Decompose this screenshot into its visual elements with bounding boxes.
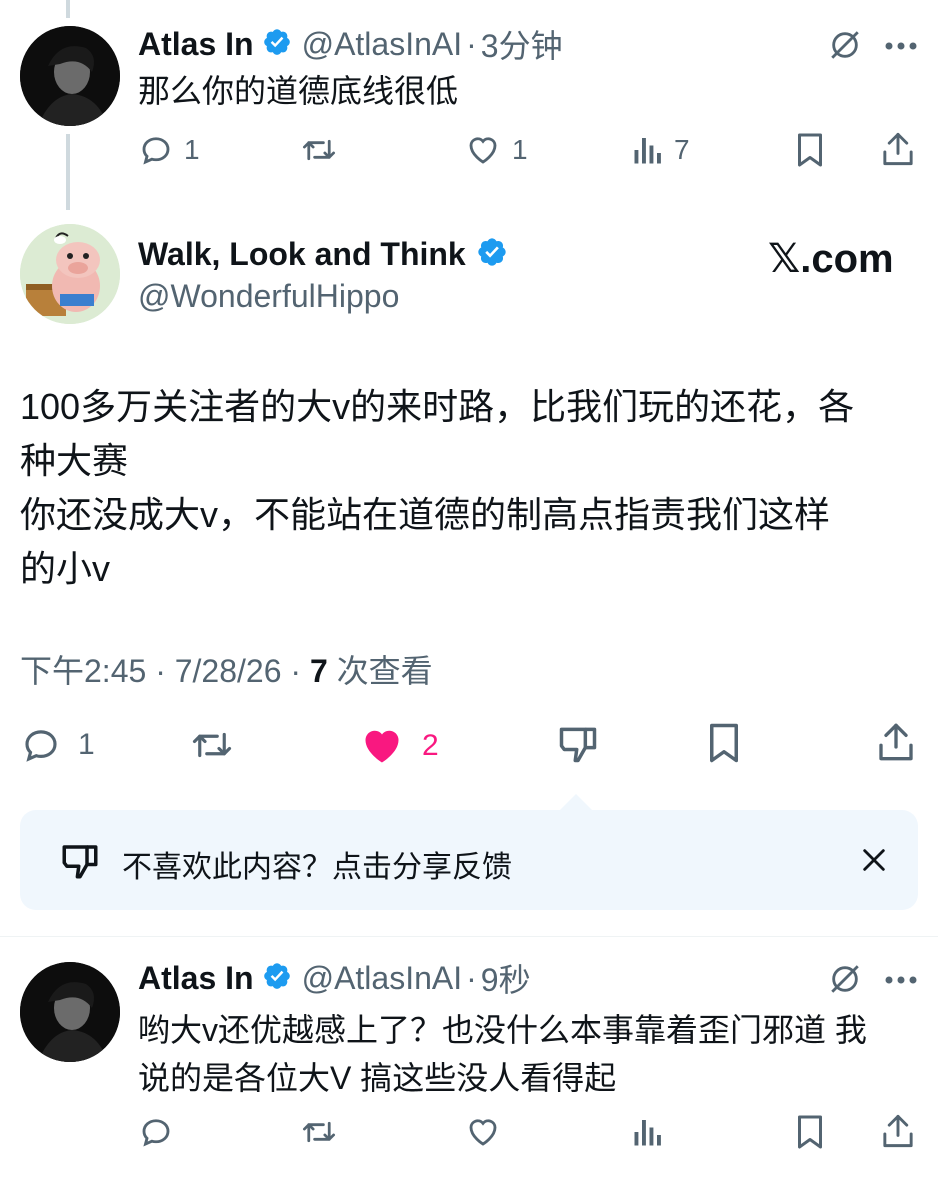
like-button[interactable]: 1 (464, 132, 528, 168)
bookmark-button[interactable] (794, 1114, 826, 1150)
share-icon (883, 132, 913, 166)
like-button[interactable] (464, 1114, 502, 1150)
thread-line-mid (66, 134, 70, 210)
share-button[interactable] (880, 1112, 916, 1150)
feedback-prompt[interactable]: 不喜欢此内容？点击分享反馈 (20, 810, 918, 910)
retweet-button[interactable] (300, 1114, 338, 1150)
bookmark-icon (710, 723, 738, 763)
reply-count: 1 (184, 134, 200, 165)
heart-icon (469, 137, 497, 164)
tweet-header: Atlas In @AtlasInAI · 3分钟 (138, 22, 563, 66)
tweet-text-line: 100多万关注者的大v的来时路，比我们玩的还花，各 (20, 386, 855, 427)
verified-badge-icon (262, 27, 292, 62)
tweet-header: Walk, Look and Think (138, 232, 508, 276)
reply-count: 1 (78, 728, 95, 761)
tweet-date[interactable]: 7/28/26 (175, 653, 282, 689)
heart-icon (469, 1119, 497, 1146)
retweet-button[interactable] (300, 132, 338, 168)
divider (0, 936, 938, 937)
reply-icon (142, 1119, 170, 1147)
author-name[interactable]: Atlas In (138, 960, 254, 997)
thumbs-down-icon (58, 840, 102, 887)
avatar[interactable] (20, 224, 120, 324)
thumbs-down-icon (559, 727, 597, 763)
author-handle[interactable]: @AtlasInAI (302, 960, 463, 997)
x-watermark: 𝕏.com (768, 237, 894, 281)
tweet-text-line: 的小v (20, 548, 111, 589)
tweet-text: 那么你的道德底线很低 (138, 73, 459, 109)
tweet-text-line: 你还没成大v，不能站在道德的制高点指责我们这样 (20, 494, 831, 535)
separator-dot: · (466, 25, 477, 62)
heart-filled-icon (365, 730, 399, 763)
views-label: 次查看 (327, 653, 433, 689)
feedback-text[interactable]: 不喜欢此内容？点击分享反馈 (122, 842, 512, 886)
verified-badge-icon (262, 961, 292, 996)
verified-badge-icon (476, 236, 508, 273)
views-icon (634, 138, 661, 164)
tweet-text-line: 种大赛 (20, 440, 129, 481)
like-count: 1 (512, 134, 528, 165)
views-icon (634, 1120, 661, 1146)
tweet-meta: 下午2:45 · 7/28/26 · 7 次查看 (20, 646, 433, 692)
separator-dot: · (281, 653, 310, 689)
retweet-icon (302, 139, 336, 161)
bookmark-icon (798, 133, 822, 167)
bookmark-button[interactable] (706, 722, 742, 764)
retweet-button[interactable] (188, 724, 236, 766)
tweet-time[interactable]: 3分钟 (481, 21, 563, 67)
views-button[interactable] (632, 1114, 664, 1150)
avatar[interactable] (20, 962, 120, 1062)
more-icon[interactable] (884, 972, 918, 990)
reply-button[interactable]: 1 (138, 132, 200, 168)
author-handle[interactable]: @AtlasInAI (302, 26, 463, 63)
tweet-text-line: 说的是各位大V 搞这些没人看得起 (138, 1060, 617, 1096)
separator-dot: · (466, 959, 477, 996)
tweet-text-line: 哟大v还优越感上了？也没什么本事靠着歪门邪道 我 (138, 1012, 867, 1048)
tweet-text: 哟大v还优越感上了？也没什么本事靠着歪门邪道 我 说的是各位大V 搞这些没人看得… (138, 1006, 928, 1102)
views-button[interactable]: 7 (632, 132, 690, 168)
share-icon (883, 1114, 913, 1148)
grok-icon[interactable] (828, 28, 862, 67)
more-icon[interactable] (884, 38, 918, 56)
author-handle[interactable]: @WonderfulHippo (138, 278, 399, 315)
share-button[interactable] (876, 720, 916, 764)
reply-icon (25, 730, 57, 762)
bookmark-button[interactable] (794, 132, 826, 168)
tweet-header: Atlas In @AtlasInAI · 9秒 (138, 956, 531, 1000)
like-button[interactable]: 2 (358, 724, 439, 768)
views-count: 7 (674, 134, 690, 165)
share-button[interactable] (880, 130, 916, 168)
share-icon (879, 723, 913, 761)
reply-icon (142, 137, 170, 165)
feedback-pointer (560, 794, 592, 810)
tweet-time[interactable]: 下午2:45 (20, 653, 146, 689)
avatar[interactable] (20, 26, 120, 126)
tweet-text: 100多万关注者的大v的来时路，比我们玩的还花，各 种大赛 你还没成大v，不能站… (20, 380, 920, 596)
like-count: 2 (422, 729, 439, 762)
tweet-time[interactable]: 9秒 (481, 955, 531, 1001)
separator-dot: · (146, 653, 175, 689)
thread-line-top (66, 0, 70, 18)
dislike-button[interactable] (556, 722, 600, 766)
retweet-icon (192, 732, 232, 758)
reply-button[interactable]: 1 (20, 724, 95, 766)
close-icon[interactable] (860, 846, 888, 879)
grok-icon[interactable] (828, 962, 862, 1001)
bookmark-icon (798, 1115, 822, 1149)
author-name[interactable]: Atlas In (138, 26, 254, 63)
reply-button[interactable] (138, 1114, 174, 1150)
retweet-icon (302, 1121, 336, 1143)
views-count: 7 (309, 653, 328, 689)
author-name[interactable]: Walk, Look and Think (138, 236, 466, 273)
